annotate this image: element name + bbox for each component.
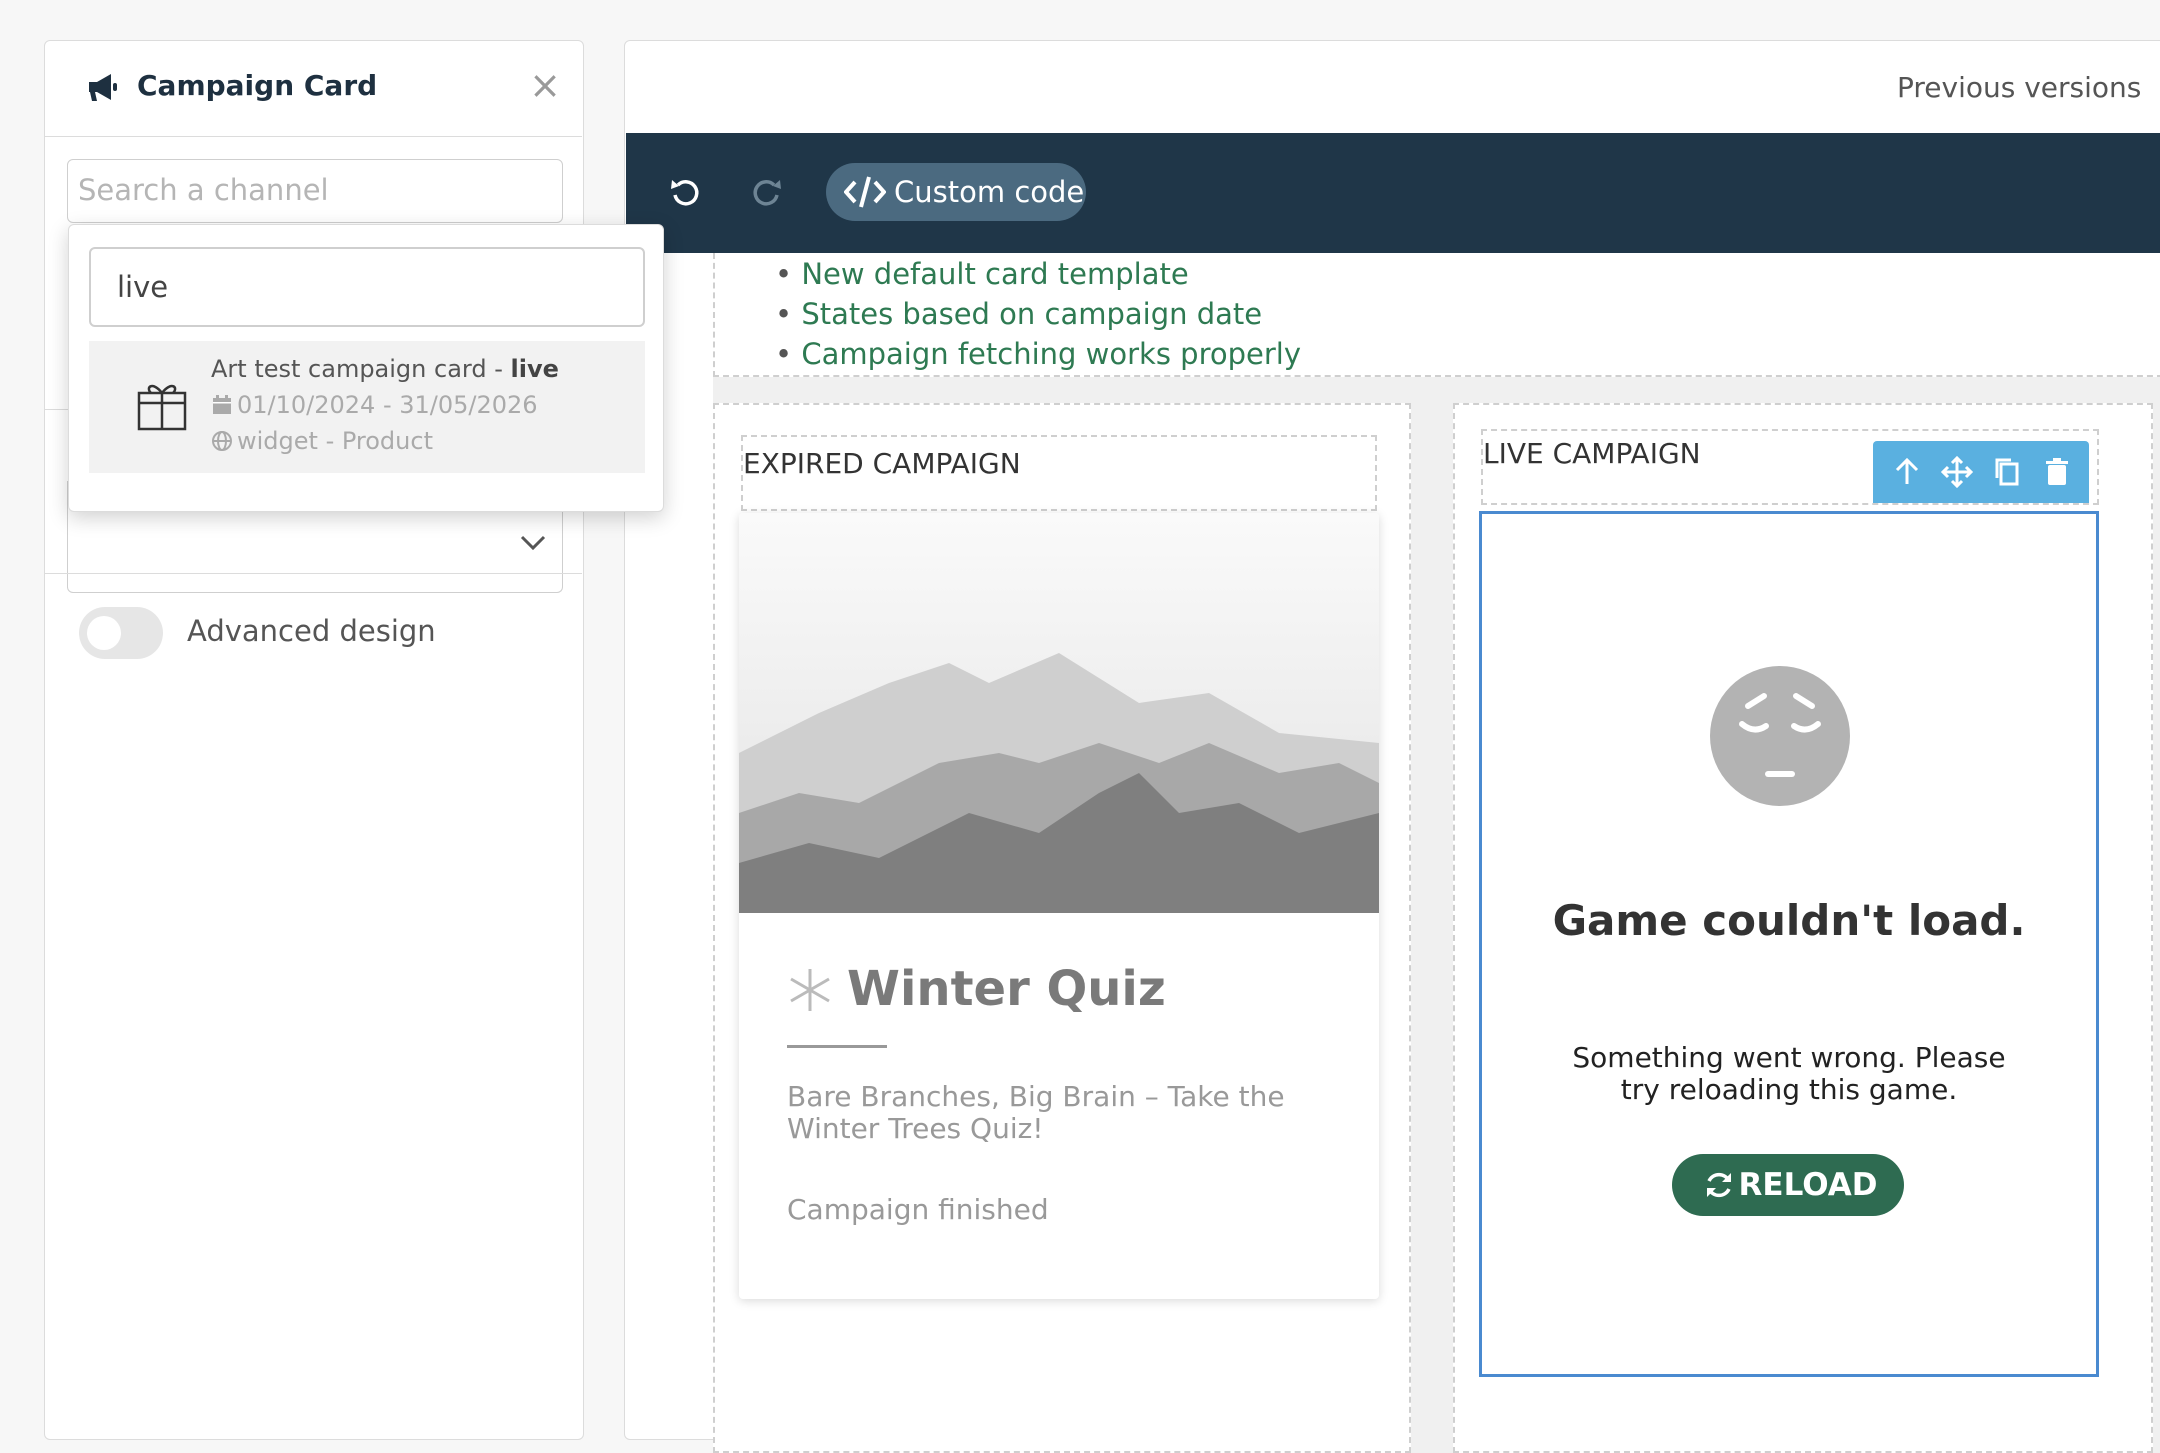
sad-face-icon [1710, 666, 1850, 806]
card-title: Winter Quiz [847, 961, 1166, 1017]
snowflake-icon [790, 969, 830, 1011]
panel-header: Campaign Card × [45, 41, 582, 137]
expired-campaign-column[interactable]: EXPIRED CAMPAIGN Winter Quiz Bare Branch… [713, 403, 1411, 1453]
toggle-knob [87, 616, 121, 650]
search-result-item[interactable]: Art test campaign card - live 01/10/2024… [89, 341, 645, 473]
search-channel-input[interactable]: Search a channel [67, 159, 563, 223]
campaign-status: Campaign finished [787, 1193, 1049, 1226]
arrow-up-icon[interactable] [1891, 456, 1923, 488]
channel-search-dropdown: live Art test campaign card - live 01/10… [68, 224, 664, 512]
error-message: Something went wrong. Please try reloadi… [1572, 1041, 2006, 1106]
notes-block[interactable]: • New default card template • States bas… [713, 253, 2160, 377]
list-item: • Campaign fetching works properly [775, 337, 1301, 371]
divider [45, 573, 582, 574]
redo-icon[interactable] [746, 173, 786, 213]
live-campaign-column[interactable]: LIVE CAMPAIGN Game couldn't load. Someth… [1453, 403, 2153, 1453]
list-item: • States based on campaign date [775, 297, 1263, 331]
campaign-card[interactable]: Winter Quiz Bare Branches, Big Brain – T… [739, 513, 1379, 1299]
custom-code-label: Custom code [894, 175, 1085, 209]
divider [787, 1045, 887, 1048]
previous-versions-link[interactable]: Previous versions [1897, 71, 2141, 104]
game-error-block[interactable]: Game couldn't load. Something went wrong… [1479, 511, 2099, 1377]
list-item: • New default card template [775, 257, 1189, 291]
editor-toolbar: Custom code [626, 133, 2160, 253]
block-toolbar [1873, 441, 2089, 503]
megaphone-icon [89, 74, 117, 101]
error-title: Game couldn't load. [1552, 896, 2026, 945]
advanced-design-label: Advanced design [187, 614, 436, 648]
close-icon[interactable]: × [525, 65, 565, 105]
gift-icon [137, 384, 187, 431]
copy-icon[interactable] [1991, 456, 2023, 488]
channel-search-input[interactable]: live [89, 247, 645, 327]
result-dates: 01/10/2024 - 31/05/2026 [211, 391, 538, 419]
result-type: widget - Product [211, 427, 433, 455]
trash-icon[interactable] [2041, 456, 2073, 488]
calendar-icon [213, 395, 231, 414]
reload-label: RELOAD [1738, 1167, 1878, 1203]
expired-campaign-label[interactable]: EXPIRED CAMPAIGN [741, 435, 1377, 511]
custom-code-button[interactable]: Custom code [826, 163, 1086, 221]
card-description: Bare Branches, Big Brain – Take the Wint… [787, 1080, 1285, 1145]
chevron-down-icon [520, 535, 546, 551]
code-icon [844, 176, 886, 208]
globe-icon [212, 431, 232, 451]
panel-title: Campaign Card [137, 69, 378, 102]
editor-canvas: • New default card template • States bas… [713, 253, 2160, 1453]
refresh-icon [1707, 1172, 1731, 1198]
advanced-design-toggle[interactable] [79, 607, 163, 659]
editor-panel: Previous versions Custom code • New defa… [624, 40, 2160, 1453]
foggy-mountain-image [739, 513, 1379, 913]
move-icon[interactable] [1941, 456, 1973, 488]
undo-icon[interactable] [666, 173, 706, 213]
result-name: Art test campaign card - live [211, 355, 559, 383]
reload-button[interactable]: RELOAD [1672, 1154, 1904, 1216]
